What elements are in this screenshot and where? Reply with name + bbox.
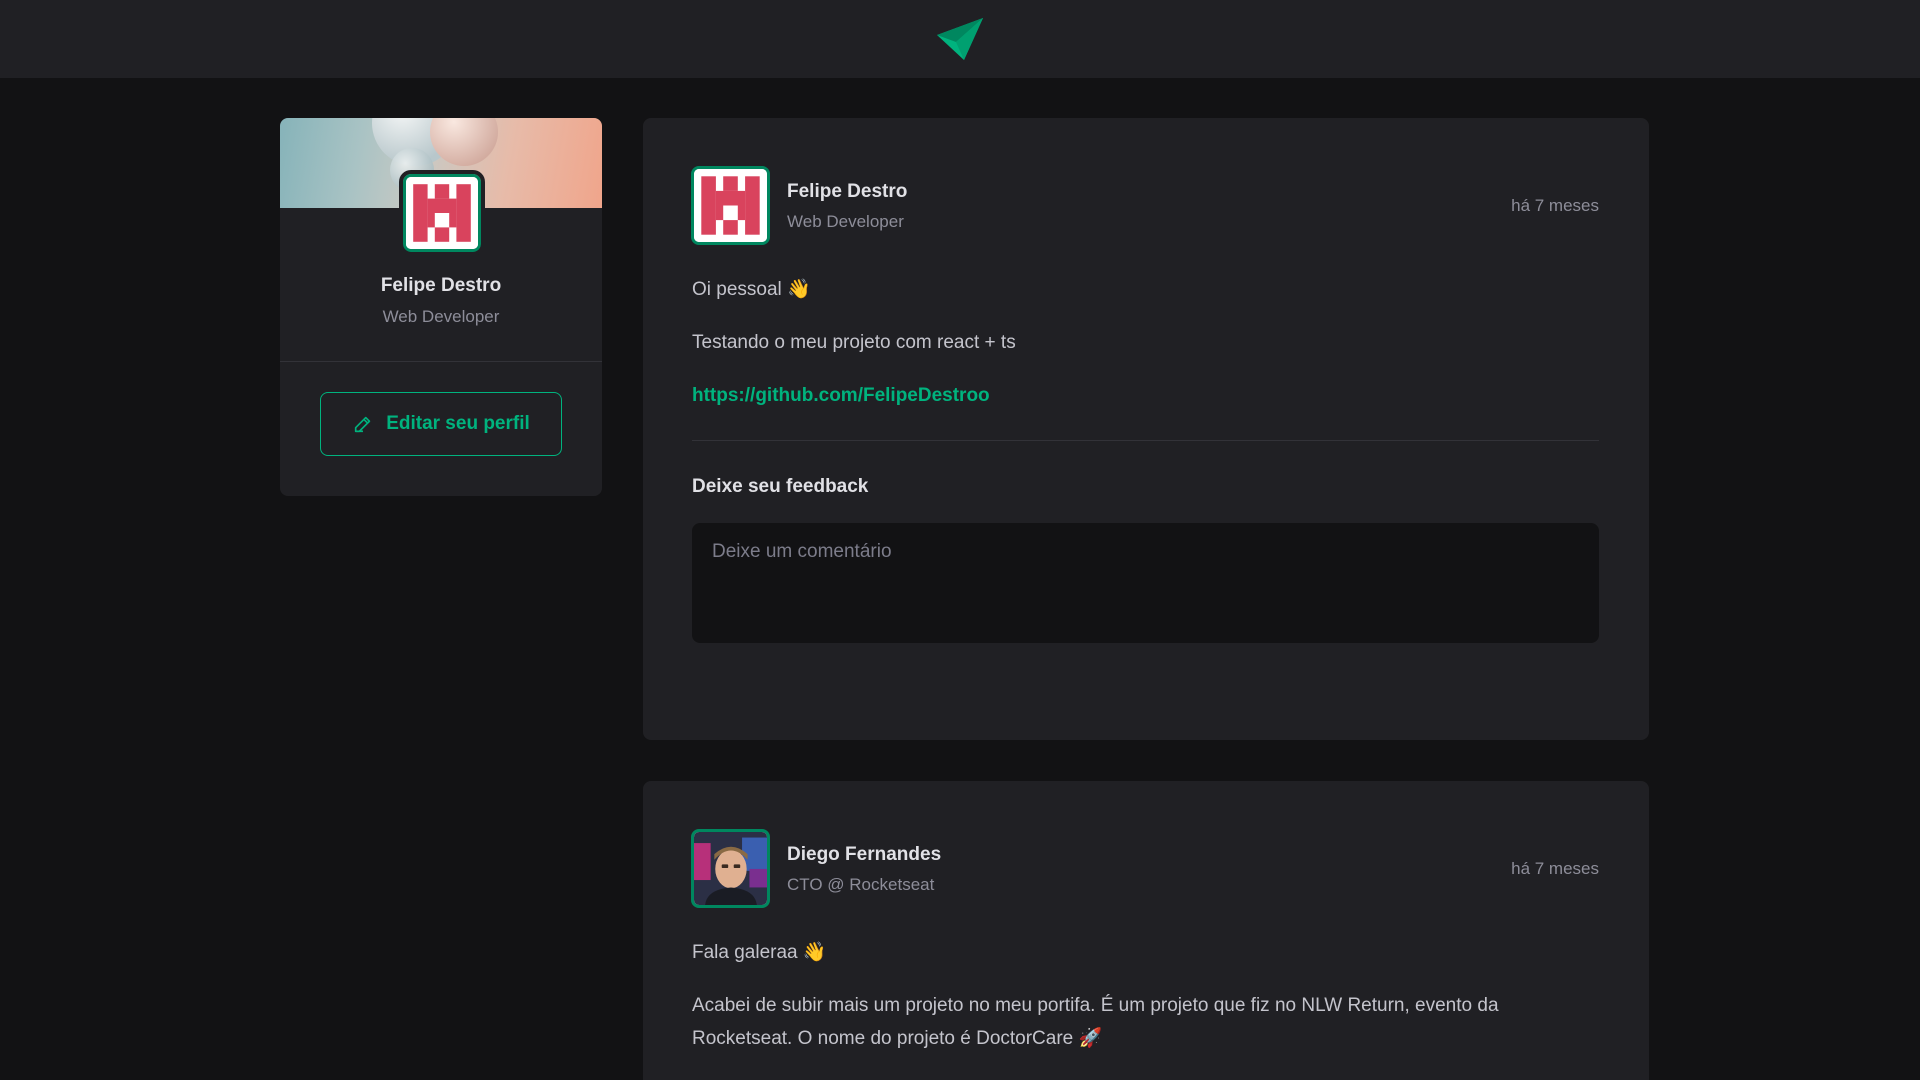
post-content: Oi pessoal 👋 Testando o meu projeto com …	[692, 273, 1599, 432]
post-paragraph: Testando o meu projeto com react + ts	[692, 332, 1016, 353]
feedback-title: Deixe seu feedback	[692, 476, 869, 497]
avatar[interactable]	[691, 166, 770, 245]
post-card: Felipe Destro Web Developer há 7 meses O…	[643, 118, 1649, 740]
pencil-icon	[355, 416, 371, 433]
paper-plane-icon[interactable]	[937, 18, 983, 60]
post-timestamp: há 7 meses	[1511, 859, 1599, 878]
pixel-avatar-icon	[406, 177, 478, 249]
person-photo-icon	[694, 832, 767, 905]
avatar[interactable]	[399, 170, 485, 256]
post-content: Fala galeraa 👋 Acabei de subir mais um p…	[692, 936, 1599, 1075]
pixel-avatar-icon	[694, 169, 767, 242]
profile-name: Felipe Destro	[380, 275, 502, 296]
profile-role: Web Developer	[382, 307, 500, 326]
author-role: Web Developer	[787, 212, 904, 231]
post-paragraph: Oi pessoal 👋	[692, 279, 811, 300]
post-header: Felipe Destro Web Developer há 7 meses	[691, 166, 1599, 246]
post-link[interactable]: https://github.com/FelipeDestroo	[692, 385, 990, 406]
profile-sidebar: Felipe Destro Web Developer Editar seu p…	[280, 118, 602, 496]
post-paragraph: Fala galeraa 👋	[692, 942, 827, 963]
divider	[280, 361, 602, 362]
author-role: CTO @ Rocketseat	[787, 875, 935, 894]
post-header: Diego Fernandes CTO @ Rocketseat há 7 me…	[691, 829, 1599, 909]
main-wrapper: Felipe Destro Web Developer Editar seu p…	[0, 78, 1920, 1080]
top-header	[0, 0, 1920, 78]
edit-profile-button[interactable]: Editar seu perfil	[320, 392, 562, 456]
divider	[692, 440, 1599, 441]
post-paragraph: Acabei de subir mais um projeto no meu p…	[692, 995, 1499, 1049]
post-card: Diego Fernandes CTO @ Rocketseat há 7 me…	[643, 781, 1649, 1080]
edit-profile-label: Editar seu perfil	[386, 413, 530, 434]
avatar[interactable]	[691, 829, 770, 908]
author-name: Diego Fernandes	[787, 844, 942, 865]
post-timestamp: há 7 meses	[1511, 196, 1599, 215]
author-name: Felipe Destro	[787, 181, 908, 202]
comment-input[interactable]	[692, 523, 1599, 643]
